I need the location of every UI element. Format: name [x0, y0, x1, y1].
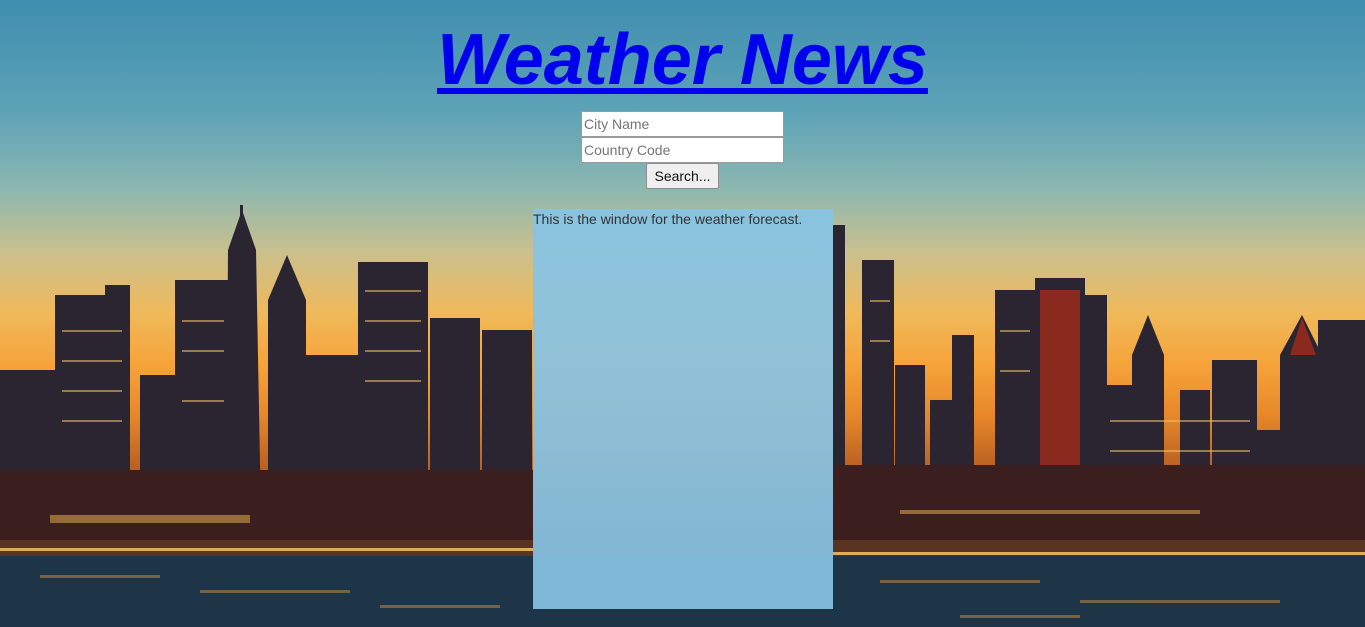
country-code-input[interactable] [581, 137, 784, 163]
forecast-window: This is the window for the weather forec… [533, 209, 833, 609]
page-title-link[interactable]: Weather News [437, 20, 928, 100]
forecast-window-text: This is the window for the weather forec… [533, 211, 803, 227]
search-form: Search... [0, 111, 1365, 189]
city-name-input[interactable] [581, 111, 784, 137]
search-button[interactable]: Search... [646, 163, 719, 189]
page-header: Weather News [0, 18, 1365, 102]
